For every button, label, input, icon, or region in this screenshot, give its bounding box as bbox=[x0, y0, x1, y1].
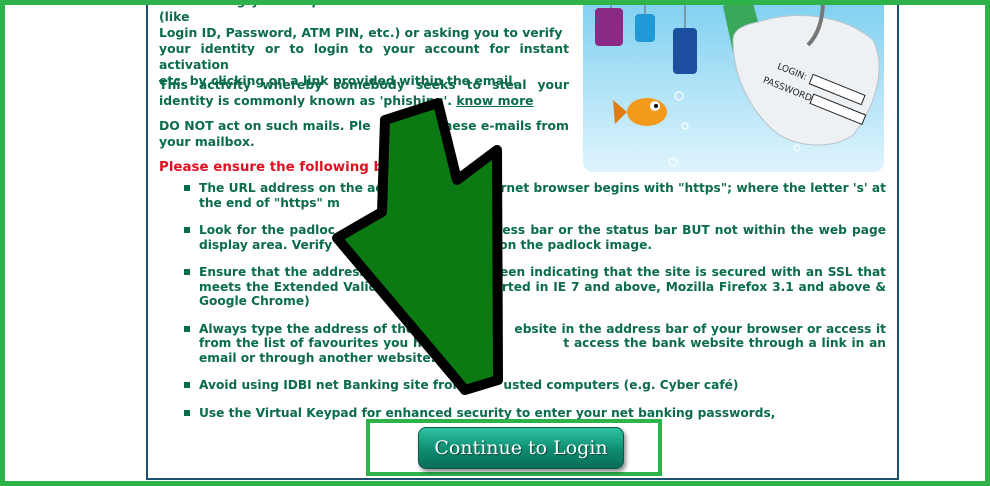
bag-navy-icon bbox=[673, 28, 697, 74]
intro-line-2: Login ID, Password, ATM PIN, etc.) or as… bbox=[159, 25, 563, 40]
ensure-heading: Please ensure the following b bbox=[159, 160, 384, 175]
phishing-illustration: LOGIN: PASSWORD: bbox=[583, 0, 884, 172]
intro-line-1: Bank asking you to update sensitive acco… bbox=[159, 0, 569, 24]
tip-item: Always type the address of the ebsite in… bbox=[180, 322, 886, 366]
warning-paragraph: DO NOT act on such mails. Ple these e-ma… bbox=[159, 118, 569, 150]
phishing-paragraph: This activity whereby somebody seeks to … bbox=[159, 77, 569, 109]
bag-purple-icon bbox=[595, 8, 623, 46]
tip-item: The URL address on the ad ernet browser … bbox=[180, 181, 886, 210]
continue-to-login-button[interactable]: Continue to Login bbox=[418, 427, 624, 469]
tip-item: Ensure that the address een indicating t… bbox=[180, 265, 886, 309]
know-more-link[interactable]: know more bbox=[456, 93, 533, 108]
warning-text: DO NOT act on such mails. Ple bbox=[159, 118, 371, 133]
security-tips-list: The URL address on the ad ernet browser … bbox=[180, 181, 886, 433]
tip-item: Look for the padloc ddress bar or the st… bbox=[180, 223, 886, 252]
intro-line-3: your identity or to login to your accoun… bbox=[159, 41, 569, 72]
intro-paragraph: Bank asking you to update sensitive acco… bbox=[159, 0, 569, 89]
tip-item: Avoid using IDBI net Banking site from u… bbox=[180, 378, 886, 393]
tip-item: Use the Virtual Keypad for enhanced secu… bbox=[180, 406, 886, 421]
bag-blue-icon bbox=[635, 14, 655, 42]
